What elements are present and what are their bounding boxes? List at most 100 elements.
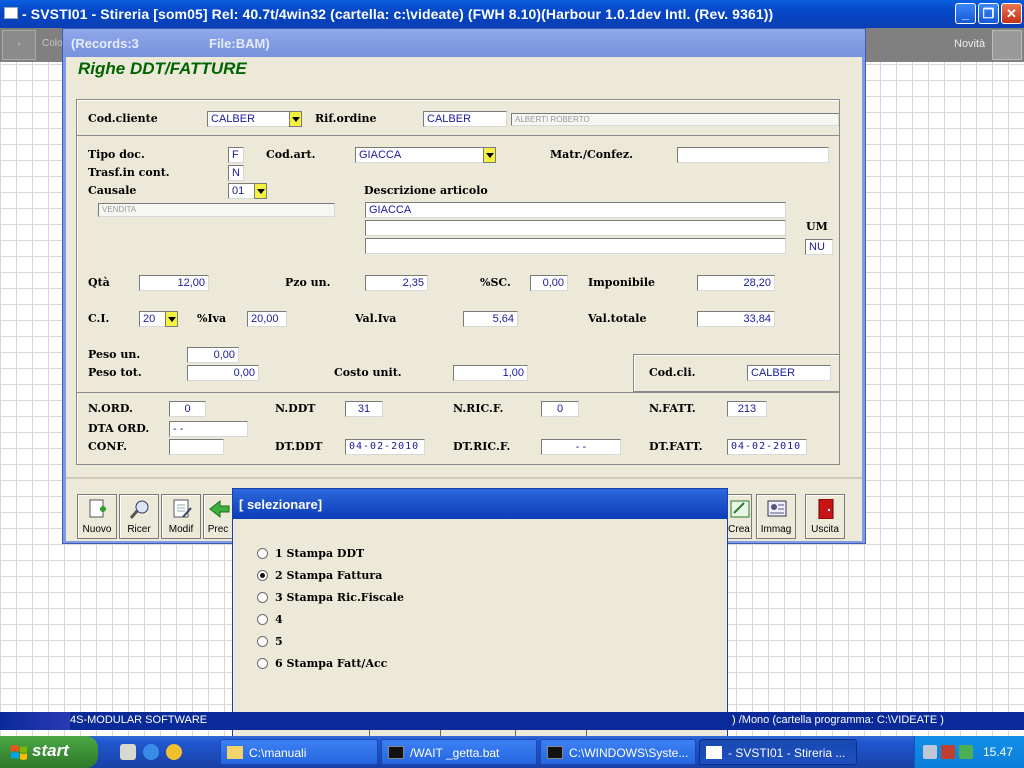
crea-button[interactable]: Crea <box>726 494 752 539</box>
modif-button[interactable]: Modif <box>161 494 201 539</box>
val-totale-field[interactable]: 33,84 <box>697 311 775 327</box>
radio-button[interactable] <box>257 658 268 669</box>
causale-dropdown[interactable] <box>254 183 267 199</box>
taskbar: start C:\manuali /WAIT _getta.bat C:\WIN… <box>0 736 1024 768</box>
immag-button[interactable]: Immag <box>756 494 796 539</box>
dt-ddt-label: DT.DDT <box>275 440 323 453</box>
background-right-button[interactable] <box>992 30 1022 60</box>
n-ord-field[interactable]: 0 <box>169 401 206 417</box>
ci-label: C.I. <box>88 312 110 325</box>
edit-document-icon <box>173 499 192 518</box>
tipo-doc-field[interactable]: F <box>228 147 244 163</box>
start-button[interactable]: start <box>0 736 98 768</box>
internet-explorer-icon[interactable] <box>143 744 159 760</box>
trasf-cont-field[interactable]: N <box>228 165 244 181</box>
descrizione-line2[interactable] <box>365 220 786 236</box>
costo-unit-field[interactable]: 1,00 <box>453 365 528 381</box>
matr-confez-field[interactable] <box>677 147 829 163</box>
radio-button[interactable] <box>257 592 268 603</box>
dialog-title: [ selezionare] <box>239 497 323 512</box>
arrow-left-icon <box>209 499 230 519</box>
dialog-title-bar: [ selezionare] <box>233 489 727 519</box>
cod-cli-field[interactable]: CALBER <box>747 365 831 381</box>
causale-desc-field: VENDITA <box>98 203 335 217</box>
conf-field[interactable] <box>169 439 224 455</box>
matr-confez-label: Matr./Confez. <box>550 148 633 161</box>
system-tray: 15.47 <box>914 736 1024 768</box>
cod-art-dropdown[interactable] <box>483 147 496 163</box>
qta-field[interactable]: 12,00 <box>139 275 209 291</box>
app-window-icon <box>4 7 18 19</box>
trasf-cont-label: Trasf.in cont. <box>88 166 170 179</box>
um-field[interactable]: NU <box>805 239 833 255</box>
peso-un-field[interactable]: 0,00 <box>187 347 239 363</box>
causale-field[interactable]: 01 <box>228 183 256 199</box>
prec-button[interactable]: Prec <box>203 494 233 539</box>
descrizione-line3[interactable] <box>365 238 786 254</box>
dt-ddt-field[interactable]: 04-02-2010 <box>345 439 425 455</box>
rif-ordine-field[interactable]: CALBER <box>423 111 507 127</box>
restore-button[interactable]: ❐ <box>978 3 999 24</box>
pzo-un-label: Pzo un. <box>285 276 331 289</box>
background-left-button[interactable]: ◦ <box>2 30 36 60</box>
cod-cliente-label: Cod.cliente <box>88 112 158 125</box>
tray-app-icon[interactable] <box>959 745 973 759</box>
close-button[interactable]: ✕ <box>1001 3 1022 24</box>
immag-label: Immag <box>760 524 792 535</box>
ci-field[interactable]: 20 <box>139 311 167 327</box>
val-iva-label: Val.Iva <box>355 312 397 325</box>
network-icon[interactable] <box>923 745 937 759</box>
dt-fatt-field[interactable]: 04-02-2010 <box>727 439 807 455</box>
val-iva-field[interactable]: 5,64 <box>463 311 518 327</box>
new-document-icon <box>89 499 106 518</box>
dta-ord-label: DTA ORD. <box>88 422 150 435</box>
radio-button[interactable] <box>257 548 268 559</box>
form-title: Righe DDT/FATTURE <box>78 59 247 78</box>
windows-logo-icon <box>11 745 27 760</box>
novita-label[interactable]: Novità <box>954 38 985 50</box>
imponibile-field[interactable]: 28,20 <box>697 275 775 291</box>
nuovo-button[interactable]: Nuovo <box>77 494 117 539</box>
option-label: 6 Stampa Fatt/Acc <box>275 657 388 670</box>
app-title: - SVSTI01 - Stireria [som05] Rel: 40.7t/… <box>22 6 774 22</box>
n-ddt-field[interactable]: 31 <box>345 401 383 417</box>
pzo-un-field[interactable]: 2,35 <box>365 275 428 291</box>
n-fatt-field[interactable]: 213 <box>727 401 767 417</box>
n-ric-f-field[interactable]: 0 <box>541 401 579 417</box>
uscita-button[interactable]: Uscita <box>805 494 845 539</box>
descrizione-line1[interactable]: GIACCA <box>365 202 786 218</box>
cod-cliente-field[interactable]: CALBER <box>207 111 291 127</box>
cod-cliente-dropdown[interactable] <box>289 111 302 127</box>
ricer-button[interactable]: Ricer <box>119 494 159 539</box>
n-ddt-label: N.DDT <box>275 402 316 415</box>
iva-perc-label: %Iva <box>197 312 227 325</box>
n-fatt-label: N.FATT. <box>649 402 696 415</box>
security-icon[interactable] <box>941 745 955 759</box>
task-getta-bat[interactable]: /WAIT _getta.bat <box>381 739 537 765</box>
ci-dropdown[interactable] <box>165 311 178 327</box>
toolbar-separator <box>66 477 862 479</box>
cod-art-field[interactable]: GIACCA <box>355 147 485 163</box>
task-svsti01[interactable]: - SVSTI01 - Stireria ... <box>699 739 857 765</box>
radio-button[interactable] <box>257 614 268 625</box>
option-label: 1 Stampa DDT <box>275 547 365 560</box>
media-player-icon[interactable] <box>166 744 182 760</box>
peso-tot-field[interactable]: 0,00 <box>187 365 259 381</box>
selection-dialog: [ selezionare] 1 Stampa DDT 2 Stampa Fat… <box>232 488 728 738</box>
iva-perc-field[interactable]: 20,00 <box>247 311 287 327</box>
task-cmd-windows[interactable]: C:\WINDOWS\Syste... <box>540 739 696 765</box>
task-manuali[interactable]: C:\manuali <box>220 739 378 765</box>
dt-ric-f-field[interactable]: - - <box>541 439 621 455</box>
val-totale-label: Val.totale <box>588 312 647 325</box>
um-label: UM <box>806 220 828 233</box>
background-left-text: Colo <box>42 38 63 49</box>
sconto-field[interactable]: 0,00 <box>530 275 568 291</box>
minimize-button[interactable]: _ <box>955 3 976 24</box>
dta-ord-field[interactable]: - - <box>169 421 248 437</box>
cod-art-label: Cod.art. <box>266 148 316 161</box>
clock: 15.47 <box>983 745 1014 759</box>
folder-icon <box>227 746 243 759</box>
radio-button-selected[interactable] <box>257 570 268 581</box>
show-desktop-icon[interactable] <box>120 744 136 760</box>
radio-button[interactable] <box>257 636 268 647</box>
